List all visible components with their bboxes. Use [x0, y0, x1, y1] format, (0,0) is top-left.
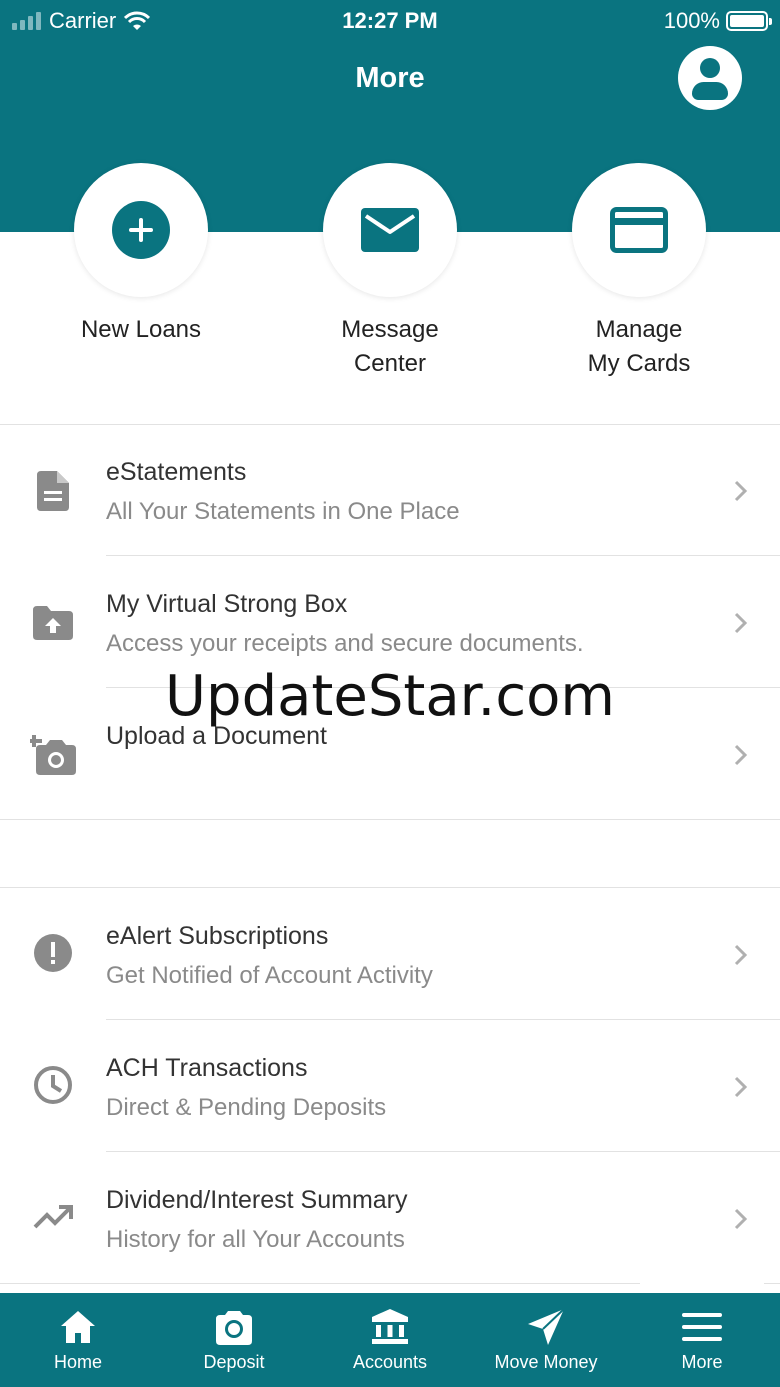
menu-item-title: ACH Transactions [106, 1054, 308, 1082]
battery-percent: 100% [663, 8, 720, 33]
menu-item-subtitle: History for all Your Accounts [106, 1226, 405, 1253]
tab-label: More [681, 1352, 723, 1372]
chevron-right-icon [734, 480, 748, 502]
quick-action-new-loans[interactable]: New Loans [16, 163, 266, 347]
plus-circle-icon [112, 201, 170, 259]
chevron-right-icon [734, 612, 748, 634]
quick-action-message-center[interactable]: Message Center [265, 163, 515, 381]
envelope-icon [361, 208, 419, 252]
quick-action-manage-cards[interactable]: Manage My Cards [514, 163, 764, 381]
menu-item-title: eAlert Subscriptions [106, 922, 329, 950]
tab-home[interactable]: Home [0, 1293, 156, 1387]
tab-move-money[interactable]: Move Money [468, 1293, 624, 1387]
section-divider [0, 819, 780, 820]
menu-item-subtitle: Direct & Pending Deposits [106, 1094, 387, 1121]
chevron-right-icon [734, 1076, 748, 1098]
menu-item-title: eStatements [106, 458, 247, 486]
menu-item-title: Dividend/Interest Summary [106, 1186, 408, 1214]
bank-icon [372, 1309, 408, 1344]
send-icon [528, 1308, 565, 1345]
chevron-right-icon [734, 944, 748, 966]
quick-action-label: New Loans [80, 316, 202, 343]
tab-label: Move Money [494, 1352, 598, 1372]
person-icon [700, 58, 720, 78]
tab-deposit[interactable]: Deposit [156, 1293, 312, 1387]
menu-icon [682, 1313, 722, 1341]
status-bar: Carrier 12:27 PM 100% [0, 0, 780, 40]
tab-label: Home [53, 1352, 102, 1372]
trending-up-icon [30, 1194, 76, 1240]
menu-item-estatements[interactable]: eStatements All Your Statements in One P… [0, 424, 780, 556]
credit-card-icon [610, 207, 668, 253]
menu-item-dividend-summary[interactable]: Dividend/Interest Summary History for al… [0, 1152, 780, 1284]
menu-item-ealert-subscriptions[interactable]: eAlert Subscriptions Get Notified of Acc… [0, 888, 780, 1020]
tab-accounts[interactable]: Accounts [312, 1293, 468, 1387]
menu-item-subtitle: Access your receipts and secure document… [106, 630, 584, 657]
alert-icon [30, 930, 76, 976]
menu-item-title: My Virtual Strong Box [106, 590, 348, 618]
chevron-right-icon [734, 744, 748, 766]
tab-bar: Home Deposit Accounts Move Money More [0, 1293, 780, 1387]
camera-icon [216, 1311, 252, 1345]
clock-icon [30, 1062, 76, 1108]
profile-button[interactable] [678, 46, 742, 110]
menu-item-subtitle: All Your Statements in One Place [106, 498, 460, 525]
menu-item-subtitle: Get Notified of Account Activity [106, 962, 433, 989]
home-icon [61, 1311, 95, 1343]
add-camera-icon [30, 730, 76, 776]
tab-label: Accounts [352, 1352, 428, 1372]
chevron-right-icon [734, 1208, 748, 1230]
folder-upload-icon [30, 600, 76, 646]
tab-label: Deposit [203, 1352, 265, 1372]
battery-icon [726, 11, 772, 31]
watermark: UpdateStar.com [165, 664, 615, 729]
tab-more[interactable]: More [624, 1293, 780, 1387]
quick-action-label: Message Center [341, 316, 439, 377]
page-title: More [355, 62, 425, 94]
quick-action-label: Manage My Cards [587, 316, 691, 377]
document-icon [30, 468, 76, 514]
menu-item-ach-transactions[interactable]: ACH Transactions Direct & Pending Deposi… [0, 1020, 780, 1152]
